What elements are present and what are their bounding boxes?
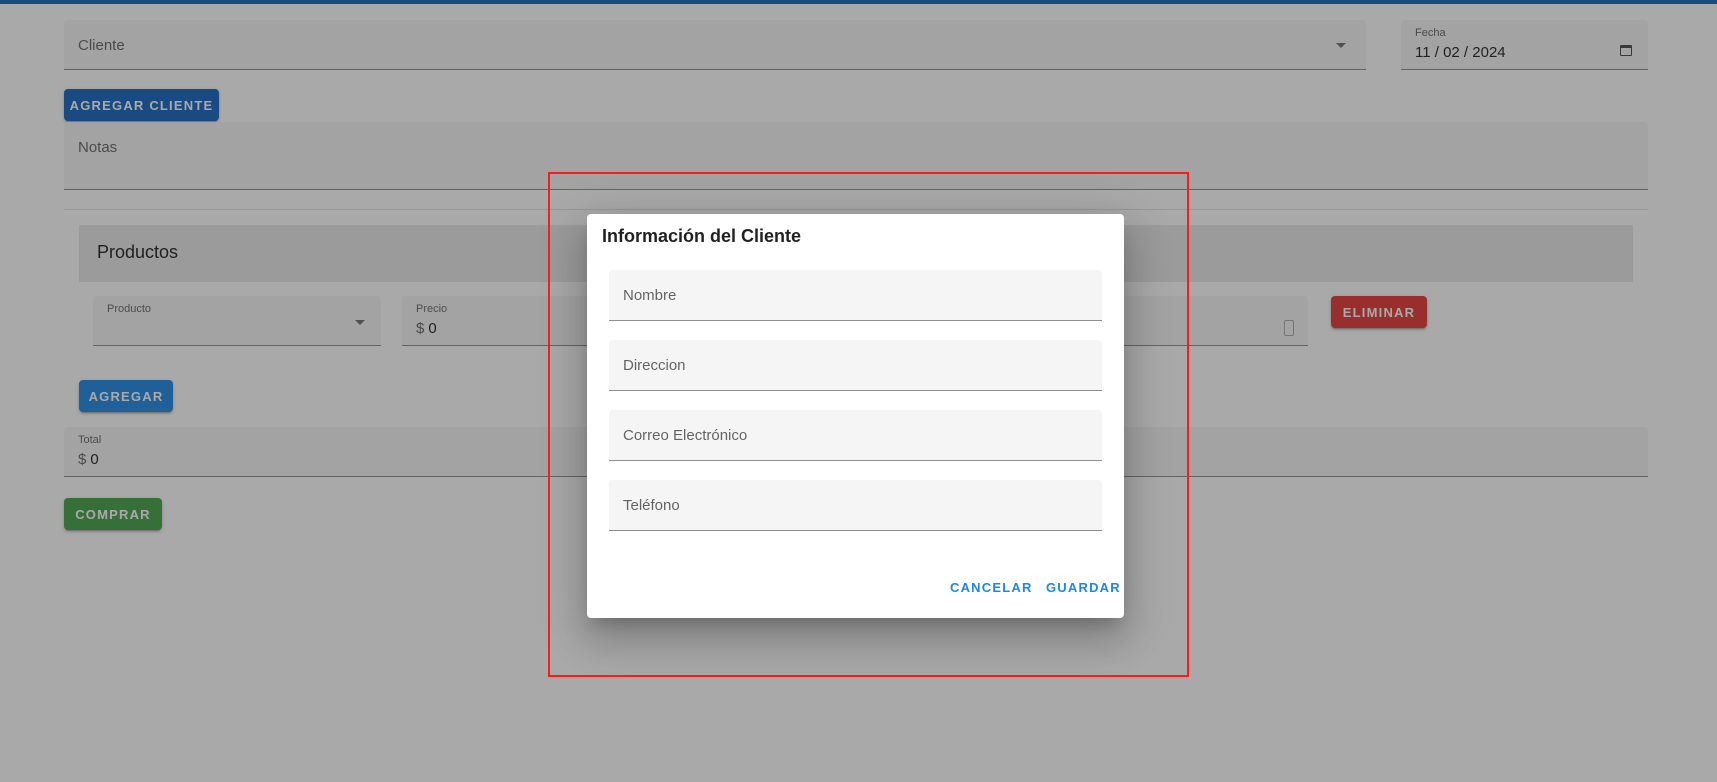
nombre-field[interactable]: Nombre (609, 270, 1102, 321)
guardar-button[interactable]: GUARDAR (1046, 580, 1121, 595)
correo-label: Correo Electrónico (623, 427, 748, 444)
telefono-label: Teléfono (623, 497, 680, 514)
direccion-field[interactable]: Direccion (609, 340, 1102, 391)
cliente-dialog: Información del Cliente Nombre Direccion… (587, 214, 1124, 618)
cancelar-button[interactable]: CANCELAR (950, 580, 1033, 595)
page: Cliente Fecha 11 / 02 / 2024 AGREGAR CLI… (0, 0, 1717, 782)
correo-field[interactable]: Correo Electrónico (609, 410, 1102, 461)
direccion-label: Direccion (623, 357, 686, 374)
telefono-field[interactable]: Teléfono (609, 480, 1102, 531)
dialog-title: Información del Cliente (602, 226, 802, 246)
nombre-label: Nombre (623, 287, 677, 304)
